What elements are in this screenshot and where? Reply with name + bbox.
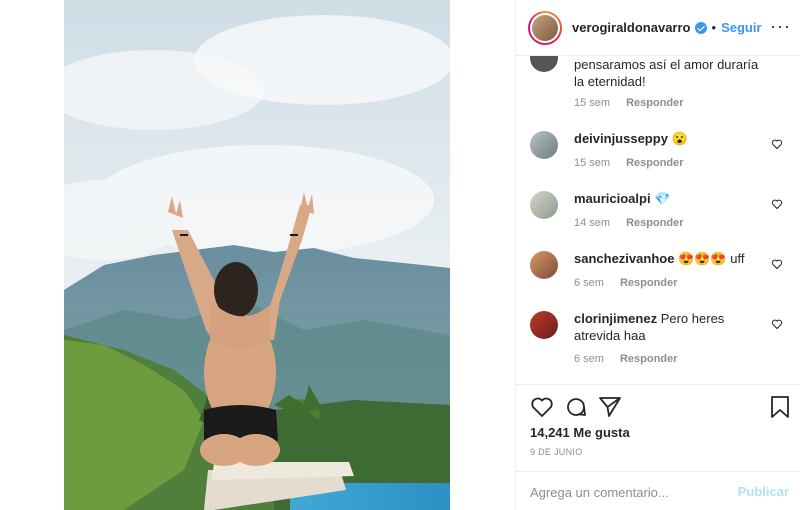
comment-meta: 6 sem Responder — [574, 353, 677, 365]
author-avatar[interactable] — [528, 10, 562, 45]
likes-count[interactable]: 14,241 Me gusta — [530, 425, 630, 440]
post-photo[interactable] — [64, 0, 450, 510]
comment-time: 14 sem — [574, 217, 611, 229]
post-header: verogiraldonavarro • Seguir ··· — [516, 0, 800, 56]
comment-time: 6 sem — [574, 353, 604, 365]
author-username[interactable]: verogiraldonavarro — [572, 20, 691, 35]
publish-button[interactable]: Publicar — [738, 484, 789, 499]
post-date: 9 DE JUNIO — [530, 447, 583, 457]
reply-button[interactable]: Responder — [626, 97, 683, 109]
comment-avatar[interactable] — [530, 311, 558, 339]
comment-time: 6 sem — [574, 277, 604, 289]
reply-button[interactable]: Responder — [626, 157, 683, 169]
comment-username[interactable]: sanchezivanhoe — [574, 251, 674, 266]
like-comment-heart-icon[interactable] — [771, 198, 783, 210]
comment-text: deivinjusseppy 😮 — [574, 130, 764, 147]
comment-meta: 14 sem Responder — [574, 217, 684, 229]
comment-username[interactable]: clorinjimenez — [574, 311, 657, 326]
comment-meta: 6 sem Responder — [574, 277, 677, 289]
comment-username[interactable]: deivinjusseppy — [574, 131, 668, 146]
separator-dot: • — [711, 20, 717, 35]
like-comment-heart-icon[interactable] — [771, 138, 783, 150]
add-comment-bar: Publicar — [516, 471, 800, 510]
instagram-post-view: verogiraldonavarro • Seguir ··· pensaram… — [0, 0, 800, 510]
comment-username[interactable]: mauricioalpi — [574, 191, 651, 206]
comment-time: 15 sem — [574, 97, 611, 109]
reply-button[interactable]: Responder — [620, 277, 677, 289]
verified-badge-icon — [694, 21, 707, 34]
comment-input[interactable] — [530, 482, 730, 502]
comment-body: 😍😍😍 uff — [678, 251, 745, 266]
comment-body: pensaramos así el amor duraría la eterni… — [574, 57, 759, 89]
comment-meta: 15 sem Responder — [574, 157, 684, 169]
comment-avatar[interactable] — [530, 56, 558, 72]
more-options-icon[interactable]: ··· — [770, 16, 791, 37]
reply-button[interactable]: Responder — [626, 217, 683, 229]
post-side-panel: verogiraldonavarro • Seguir ··· pensaram… — [515, 0, 800, 510]
comment-bubble-icon[interactable] — [564, 395, 588, 419]
comment-text: pensaramos así el amor duraría la eterni… — [574, 56, 764, 90]
comments-list[interactable]: pensaramos así el amor duraría la eterni… — [516, 56, 800, 384]
comment-time: 15 sem — [574, 157, 611, 169]
avatar-inner-ring — [530, 12, 560, 43]
like-comment-heart-icon[interactable] — [771, 258, 783, 270]
comment-avatar[interactable] — [530, 251, 558, 279]
comment-text: clorinjimenez Pero heres atrevida haa — [574, 310, 764, 344]
comment-avatar[interactable] — [530, 131, 558, 159]
comment-avatar[interactable] — [530, 191, 558, 219]
share-paper-plane-icon[interactable] — [598, 395, 622, 419]
post-actions: 14,241 Me gusta 9 DE JUNIO Publicar — [516, 384, 800, 510]
comment-body: 😮 — [671, 131, 688, 146]
avatar-image — [532, 14, 558, 41]
comment-meta: 15 sem Responder — [574, 97, 684, 109]
like-comment-heart-icon[interactable] — [771, 318, 783, 330]
comment-text: sanchezivanhoe 😍😍😍 uff — [574, 250, 764, 267]
comment-text: mauricioalpi 💎 — [574, 190, 764, 207]
save-bookmark-icon[interactable] — [769, 395, 791, 419]
comment-body: 💎 — [654, 191, 671, 206]
follow-button[interactable]: Seguir — [721, 20, 761, 35]
like-heart-icon[interactable] — [530, 395, 554, 419]
reply-button[interactable]: Responder — [620, 353, 677, 365]
